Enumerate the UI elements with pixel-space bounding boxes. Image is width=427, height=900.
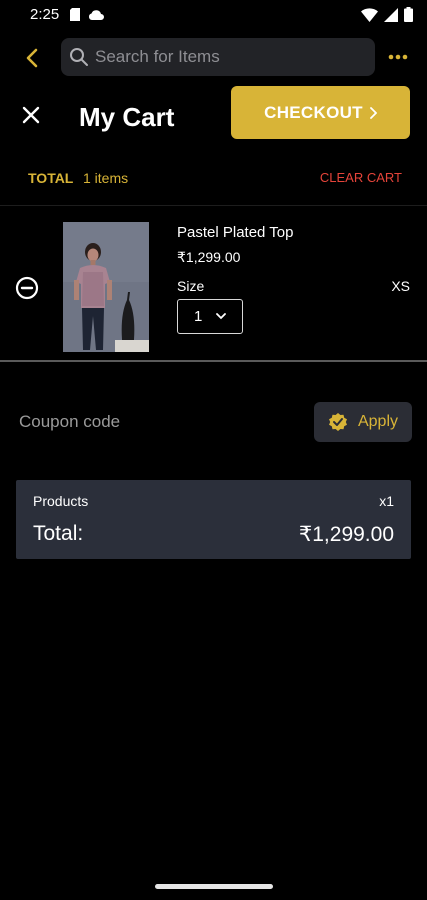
cloud-icon — [88, 10, 104, 20]
coupon-row: Coupon code Apply — [0, 401, 427, 443]
home-indicator[interactable] — [155, 884, 273, 889]
apply-label: Apply — [357, 413, 399, 430]
summary-products-label: Products — [33, 493, 89, 509]
cart-header: My Cart CHECKOUT — [0, 86, 427, 142]
sim-card-icon — [70, 8, 80, 21]
cart-item: Pastel Plated Top ₹1,299.00 Size XS 1 — [0, 206, 427, 361]
back-button[interactable] — [18, 44, 46, 72]
divider — [0, 360, 427, 362]
quantity-select[interactable]: 1 — [177, 299, 243, 334]
order-summary-card: Products x1 Total: ₹1,299.00 — [16, 480, 411, 559]
minus-circle-icon — [15, 276, 39, 300]
coupon-label: Coupon code — [19, 412, 121, 431]
close-button[interactable] — [18, 102, 44, 128]
summary-total-label: Total: — [33, 522, 84, 545]
items-count: 1 items — [83, 170, 129, 186]
search-icon — [70, 48, 88, 66]
product-name[interactable]: Pastel Plated Top — [177, 224, 293, 241]
status-time: 2:25 — [30, 6, 60, 23]
wifi-icon — [361, 7, 378, 22]
product-image[interactable] — [63, 222, 149, 352]
cart-total-row: TOTAL 1 items CLEAR CART — [0, 166, 427, 192]
top-bar: Search for Items — [0, 36, 427, 78]
chevron-left-icon — [26, 48, 38, 68]
total-label: TOTAL — [28, 170, 74, 186]
chevron-right-icon — [369, 106, 377, 119]
close-icon — [22, 106, 40, 124]
checkout-button[interactable]: CHECKOUT — [231, 86, 410, 139]
status-bar: 2:25 — [0, 0, 427, 30]
page-title: My Cart — [79, 102, 175, 132]
chevron-down-icon — [216, 313, 227, 320]
product-photo — [63, 222, 149, 352]
more-options-button[interactable] — [385, 44, 411, 70]
battery-icon — [404, 7, 413, 22]
remove-item-button[interactable] — [15, 276, 39, 300]
quantity-value: 1 — [194, 308, 203, 325]
search-input[interactable]: Search for Items — [61, 38, 375, 76]
summary-products-count: x1 — [379, 493, 394, 509]
signal-icon — [384, 7, 398, 22]
search-placeholder: Search for Items — [95, 47, 220, 66]
verified-badge-icon — [328, 413, 347, 431]
checkout-label: CHECKOUT — [264, 102, 363, 122]
product-price: ₹1,299.00 — [177, 249, 241, 265]
size-value: XS — [391, 278, 410, 294]
apply-coupon-button[interactable]: Apply — [314, 402, 412, 442]
summary-total-value: ₹1,299.00 — [298, 523, 394, 546]
size-label: Size — [177, 278, 205, 294]
more-dots-icon — [388, 54, 408, 60]
clear-cart-button[interactable]: CLEAR CART — [320, 170, 402, 185]
